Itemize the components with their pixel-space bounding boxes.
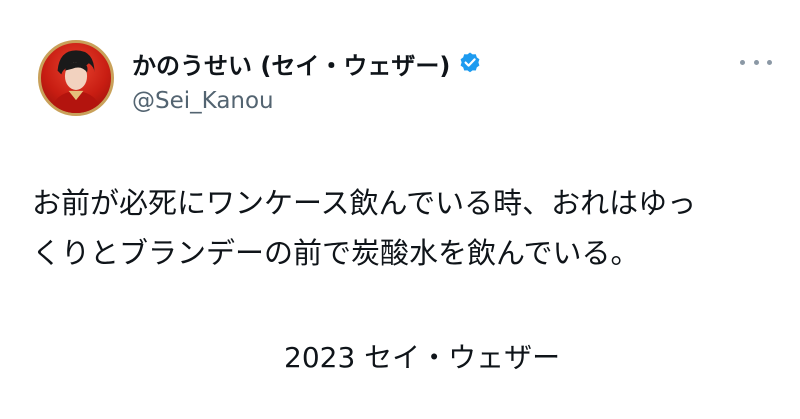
tweet-text-line: お前が必死にワンケース飲んでいる時、おれはゆっ	[32, 186, 697, 220]
avatar[interactable]	[38, 40, 114, 116]
tweet-card: かのうせい (セイ・ウェザー) @Sei_Kanou お前が必死にワンケース飲ん…	[0, 0, 800, 419]
avatar-photo	[50, 50, 102, 113]
tweet-text-line: くりとブランデーの前で炭酸水を飲んでいる。	[32, 236, 640, 270]
display-name[interactable]: かのうせい (セイ・ウェザー)	[132, 46, 450, 81]
tweet-text: お前が必死にワンケース飲んでいる時、おれはゆっ くりとブランデーの前で炭酸水を飲…	[32, 178, 782, 278]
more-horizontal-icon[interactable]	[740, 54, 772, 70]
display-name-row: かのうせい (セイ・ウェザー)	[132, 46, 482, 80]
more-dot	[740, 59, 745, 65]
tweet-signature: 2023 セイ・ウェザー	[284, 341, 561, 374]
user-handle[interactable]: @Sei_Kanou	[132, 88, 274, 114]
verified-badge-icon	[460, 52, 480, 73]
more-dot	[767, 59, 772, 65]
more-dot	[753, 59, 759, 65]
